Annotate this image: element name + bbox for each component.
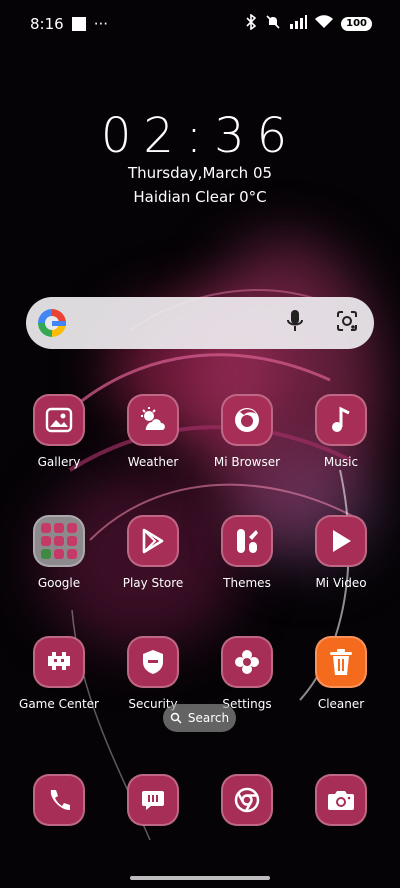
google-g-icon [38, 309, 66, 337]
bluetooth-icon [245, 13, 257, 34]
app-label: Themes [223, 576, 271, 590]
weather-icon[interactable] [127, 394, 179, 446]
chrome-icon[interactable] [221, 774, 273, 826]
silent-icon [265, 14, 281, 34]
app-gallery[interactable]: Gallery [12, 394, 106, 469]
clock-time[interactable]: 02:36 [0, 108, 400, 164]
app-game-center[interactable]: Game Center [12, 636, 106, 711]
app-settings[interactable]: Settings [200, 636, 294, 711]
app-themes[interactable]: Themes [200, 515, 294, 590]
security-icon[interactable] [127, 636, 179, 688]
gallery-icon[interactable] [33, 394, 85, 446]
notification-icon [71, 17, 86, 31]
weather-summary[interactable]: Haidian Clear 0°C [0, 188, 400, 206]
camera-icon[interactable] [315, 774, 367, 826]
app-label: Mi Browser [213, 455, 281, 469]
google-search-bar[interactable] [26, 297, 374, 349]
wifi-icon [315, 15, 334, 33]
app-label: Music [323, 455, 359, 469]
app-search-button[interactable]: Search [163, 704, 236, 732]
themes-icon[interactable] [221, 515, 273, 567]
dock [12, 774, 388, 826]
dock-chrome[interactable] [200, 774, 294, 826]
search-label: Search [187, 711, 230, 725]
game-icon[interactable] [33, 636, 85, 688]
music-icon[interactable] [315, 394, 367, 446]
video-icon[interactable] [315, 515, 367, 567]
app-music[interactable]: Music [294, 394, 388, 469]
settings-icon[interactable] [221, 636, 273, 688]
app-label: Game Center [19, 697, 99, 711]
app-play-store[interactable]: Play Store [106, 515, 200, 590]
cleaner-icon[interactable] [315, 636, 367, 688]
gesture-handle[interactable] [130, 876, 270, 880]
dock-messages[interactable] [106, 774, 200, 826]
app-grid: Gallery Weather Mi Browser Music Google … [12, 394, 388, 757]
folder-google[interactable]: Google [12, 515, 106, 590]
app-cleaner[interactable]: Cleaner [294, 636, 388, 711]
messages-icon[interactable] [127, 774, 179, 826]
app-security[interactable]: Security [106, 636, 200, 711]
app-label: Google [37, 576, 81, 590]
status-bar: 8:16 ··· 100 [0, 0, 400, 48]
battery-icon: 100 [341, 17, 372, 31]
folder-icon[interactable] [33, 515, 85, 567]
play-store-icon[interactable] [127, 515, 179, 567]
dock-phone[interactable] [12, 774, 106, 826]
more-icon: ··· [93, 15, 108, 33]
search-icon [170, 712, 182, 724]
app-label: Mi Video [315, 576, 367, 590]
status-time: 8:16 [30, 15, 64, 33]
dock-camera[interactable] [294, 774, 388, 826]
app-label: Play Store [122, 576, 184, 590]
app-mi-browser[interactable]: Mi Browser [200, 394, 294, 469]
app-label: Cleaner [317, 697, 365, 711]
clock-date: Thursday,March 05 [127, 164, 273, 182]
app-label: Weather [127, 455, 179, 469]
signal-icon [289, 15, 308, 33]
app-label: Gallery [37, 455, 81, 469]
phone-icon[interactable] [33, 774, 85, 826]
app-mi-video[interactable]: Mi Video [294, 515, 388, 590]
lens-icon[interactable] [336, 310, 358, 336]
browser-icon[interactable] [221, 394, 273, 446]
app-weather[interactable]: Weather [106, 394, 200, 469]
microphone-icon[interactable] [286, 309, 304, 337]
